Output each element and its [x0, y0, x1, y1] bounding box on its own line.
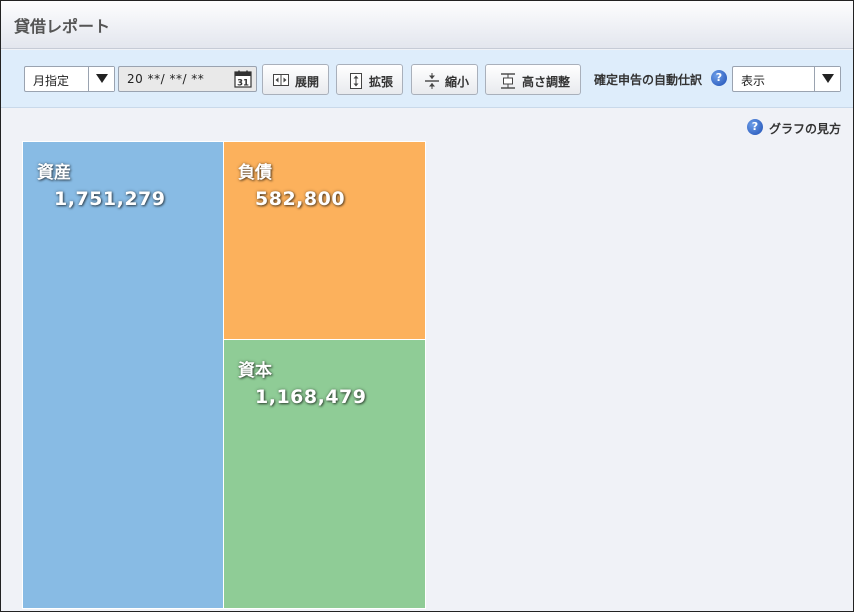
title-bar: 貸借レポート: [1, 1, 853, 49]
height-adjust-button[interactable]: 高さ調整: [485, 64, 581, 95]
balance-report-window: 貸借レポート 月指定 20 **/ **/ ** 31 展開 拡張 縮小 高さ調…: [0, 0, 854, 612]
liabilities-label: 負債: [238, 163, 272, 183]
height-adjust-button-label: 高さ調整: [522, 75, 571, 89]
shrink-button[interactable]: 縮小: [411, 64, 478, 95]
auto-journal-display-select[interactable]: 表示: [732, 66, 841, 92]
equity-label: 資本: [238, 361, 272, 381]
toolbar: 月指定 20 **/ **/ ** 31 展開 拡張 縮小 高さ調整 確定申告の…: [1, 50, 853, 108]
equity-value: 1,168,479: [255, 386, 367, 408]
auto-journal-label: 確定申告の自動仕訳: [594, 73, 703, 87]
assets-value: 1,751,279: [54, 188, 166, 210]
calendar-day: 31: [237, 79, 249, 89]
liabilities-block[interactable]: 負債 582,800: [223, 141, 426, 340]
calendar-icon[interactable]: 31: [234, 70, 252, 91]
date-field-value: 20 **/ **/ **: [127, 72, 205, 86]
window-title: 貸借レポート: [14, 17, 111, 36]
equity-block[interactable]: 資本 1,168,479: [223, 339, 426, 609]
help-icon[interactable]: ?: [711, 70, 727, 86]
assets-label: 資産: [37, 163, 71, 183]
expand-button[interactable]: 展開: [262, 64, 329, 95]
chevron-down-icon[interactable]: [814, 67, 840, 91]
period-select-value: 月指定: [33, 74, 70, 88]
enlarge-button[interactable]: 拡張: [336, 64, 403, 95]
help-icon: ?: [747, 119, 763, 135]
height-adjust-icon: [500, 73, 516, 92]
expand-button-label: 展開: [295, 75, 320, 89]
shrink-icon: [425, 73, 439, 92]
enlarge-button-label: 拡張: [369, 75, 394, 89]
enlarge-icon: [350, 73, 362, 92]
period-select[interactable]: 月指定: [24, 66, 115, 92]
shrink-button-label: 縮小: [445, 75, 470, 89]
graph-help-label: グラフの見方: [769, 122, 842, 136]
date-field[interactable]: 20 **/ **/ ** 31: [118, 66, 257, 92]
liabilities-value: 582,800: [255, 188, 346, 210]
expand-icon: [273, 73, 289, 90]
assets-block[interactable]: 資産 1,751,279: [22, 141, 224, 609]
chevron-down-icon[interactable]: [88, 67, 114, 91]
display-select-value: 表示: [741, 74, 766, 88]
